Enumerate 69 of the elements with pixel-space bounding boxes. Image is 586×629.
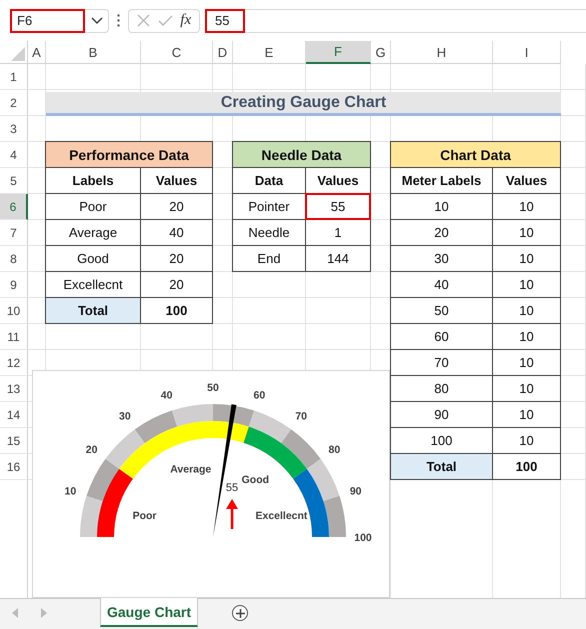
- row-header[interactable]: 8: [0, 246, 28, 272]
- tick-label: 50: [207, 382, 219, 394]
- sheet-tab[interactable]: Gauge Chart: [100, 598, 198, 627]
- column-header[interactable]: D: [213, 41, 233, 64]
- tick-label: 20: [86, 444, 98, 456]
- range-label: Good: [242, 474, 270, 486]
- total-cell: Total: [45, 297, 141, 324]
- scale-segment: [281, 429, 321, 469]
- row-header[interactable]: 4: [0, 142, 28, 168]
- triangle-right-icon: [40, 608, 46, 618]
- tick-label: 70: [295, 410, 307, 423]
- range-label: Average: [170, 464, 212, 476]
- row-header[interactable]: 15: [0, 428, 28, 454]
- needle-reading: 55: [226, 482, 238, 494]
- column-header[interactable]: B: [46, 41, 141, 64]
- row-header[interactable]: 3: [0, 116, 28, 142]
- pointer-arrow: [226, 499, 238, 529]
- table-cell: 55: [305, 193, 371, 220]
- total-cell: Total: [390, 453, 493, 480]
- cancel-icon[interactable]: [136, 14, 150, 27]
- scale-segment: [105, 429, 145, 469]
- row-header[interactable]: 2: [0, 90, 28, 116]
- triangle-left-icon: [12, 608, 18, 618]
- row-header[interactable]: 9: [0, 272, 28, 298]
- name-box[interactable]: F6: [10, 8, 85, 32]
- sheet-title: Creating Gauge Chart: [46, 92, 561, 116]
- total-cell: 100: [140, 297, 213, 324]
- add-sheet-button[interactable]: [232, 605, 248, 621]
- name-box-dropdown[interactable]: [85, 8, 109, 32]
- row-header[interactable]: 14: [0, 402, 28, 428]
- chevron-down-icon: [90, 16, 102, 24]
- tick-label: 60: [254, 389, 266, 402]
- row-header[interactable]: 13: [0, 376, 28, 402]
- row-header[interactable]: 12: [0, 350, 28, 376]
- total-cell: 100: [492, 453, 561, 480]
- tick-label: 90: [350, 486, 362, 498]
- column-header[interactable]: G: [371, 41, 391, 64]
- tick-label: 30: [119, 410, 131, 423]
- tick-label: 10: [64, 486, 76, 498]
- table-cell: End: [232, 245, 306, 272]
- row-header[interactable]: 10: [0, 298, 28, 324]
- plus-icon: [236, 608, 244, 618]
- tick-label: 40: [160, 389, 172, 402]
- check-icon[interactable]: [158, 14, 173, 26]
- range-label: Excellecnt: [256, 510, 308, 522]
- column-header[interactable]: I: [493, 41, 561, 64]
- formula-field[interactable]: 55: [205, 8, 245, 32]
- column-header[interactable]: E: [233, 41, 306, 64]
- table-title: Chart Data: [390, 141, 561, 168]
- row-header[interactable]: 6: [0, 194, 28, 220]
- tick-label: 100: [354, 532, 372, 544]
- tick-label: 80: [328, 444, 340, 456]
- column-header[interactable]: F: [306, 41, 371, 64]
- table-cell: 144: [305, 245, 371, 272]
- range-label: Poor: [132, 510, 156, 522]
- select-all-corner[interactable]: [0, 41, 28, 64]
- table-title: Needle Data: [232, 141, 371, 168]
- row-header[interactable]: 11: [0, 324, 28, 350]
- row-header[interactable]: 5: [0, 168, 28, 194]
- insert-function-button[interactable]: fx: [180, 12, 192, 29]
- table-title: Performance Data: [45, 141, 213, 168]
- row-header[interactable]: 1: [0, 64, 28, 90]
- column-header[interactable]: A: [28, 41, 46, 64]
- more-icon[interactable]: [117, 14, 120, 27]
- column-header[interactable]: H: [391, 41, 493, 64]
- corner-triangle-icon: [11, 47, 25, 61]
- column-header[interactable]: C: [141, 41, 213, 64]
- row-header[interactable]: 7: [0, 220, 28, 246]
- row-header[interactable]: 16: [0, 454, 28, 480]
